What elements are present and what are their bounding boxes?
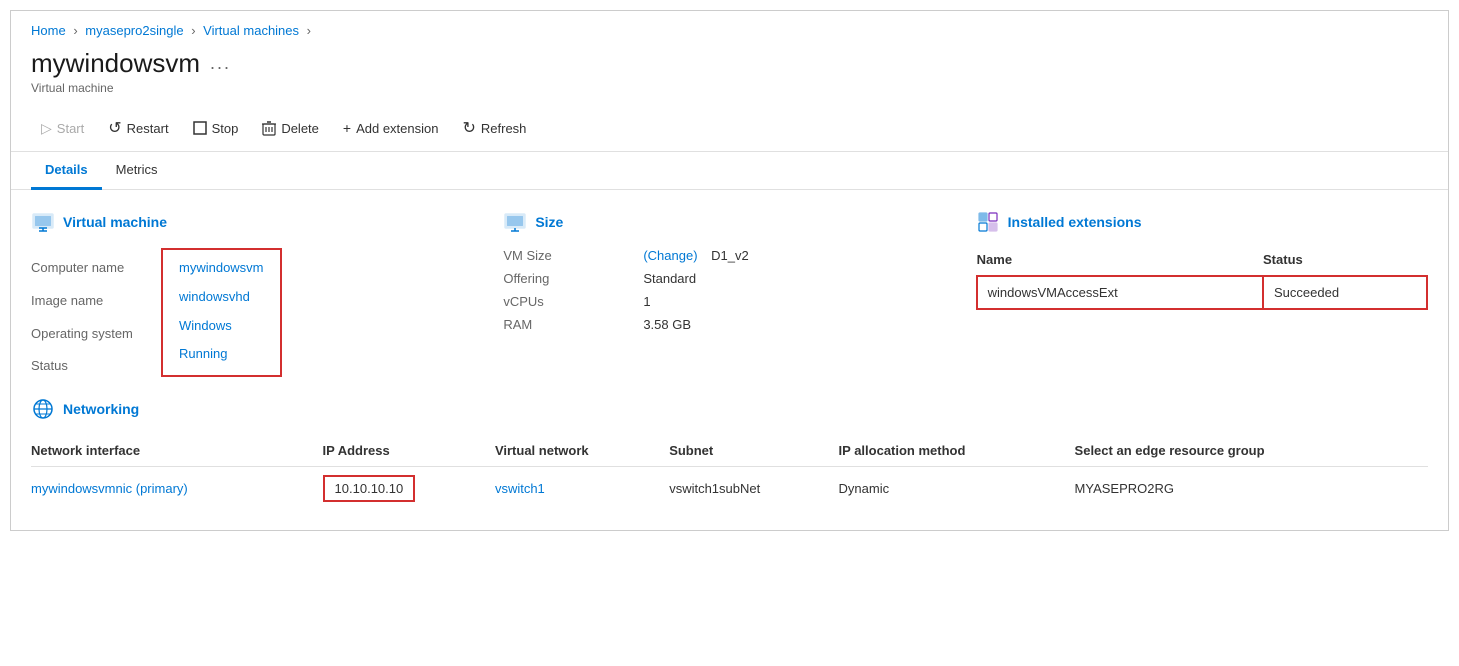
network-header-row: Network interface IP Address Virtual net… xyxy=(31,435,1428,467)
ext-col-status: Status xyxy=(1263,248,1427,276)
breadcrumb-sep-1: › xyxy=(73,23,77,38)
networking-header: Networking xyxy=(31,397,1428,421)
main-container: Home › myasepro2single › Virtual machine… xyxy=(10,10,1449,531)
refresh-button[interactable]: ↻ Refresh xyxy=(452,113,536,143)
network-row-0: mywindowsvmnic (primary) 10.10.10.10 vsw… xyxy=(31,467,1428,511)
tabs: Details Metrics xyxy=(11,152,1448,190)
start-button[interactable]: ▷ Start xyxy=(31,115,94,142)
net-vnet-0[interactable]: vswitch1 xyxy=(495,467,669,511)
restart-icon: ↺ xyxy=(108,118,121,138)
net-interface-0[interactable]: mywindowsvmnic (primary) xyxy=(31,467,323,511)
size-details: VM Size (Change) D1_v2 Offering Standard… xyxy=(503,248,955,332)
start-icon: ▷ xyxy=(41,120,52,137)
net-col-subnet: Subnet xyxy=(669,435,838,467)
vcpus-label: vCPUs xyxy=(503,294,633,309)
vm-field-label: Image name xyxy=(31,291,161,312)
stop-icon xyxy=(193,121,207,135)
vm-size-row: VM Size (Change) D1_v2 xyxy=(503,248,955,263)
vm-size-link[interactable]: (Change) xyxy=(643,248,701,263)
vm-section-title: Virtual machine xyxy=(63,214,167,230)
toolbar: ▷ Start ↺ Restart Stop xyxy=(11,105,1448,152)
more-options-button[interactable]: ... xyxy=(210,53,231,74)
size-section-icon xyxy=(503,210,527,234)
offering-row: Offering Standard xyxy=(503,271,955,286)
size-section-header: Size xyxy=(503,210,955,234)
vm-field-value: Windows xyxy=(179,316,264,337)
ext-section-title: Installed extensions xyxy=(1008,214,1142,230)
vm-size-label: VM Size xyxy=(503,248,633,263)
breadcrumb-sep-2: › xyxy=(191,23,195,38)
delete-button[interactable]: Delete xyxy=(252,115,329,141)
vm-field-label: Operating system xyxy=(31,324,161,345)
offering-value: Standard xyxy=(643,271,696,286)
restart-label: Restart xyxy=(127,121,169,136)
start-label: Start xyxy=(57,121,84,136)
networking-title: Networking xyxy=(63,401,139,417)
size-section-title: Size xyxy=(535,214,563,230)
add-extension-button[interactable]: + Add extension xyxy=(333,115,449,141)
restart-button[interactable]: ↺ Restart xyxy=(98,113,178,143)
page-subtitle: Virtual machine xyxy=(31,81,1428,95)
networking-section: Networking Network interface IP Address … xyxy=(31,397,1428,510)
net-col-interface: Network interface xyxy=(31,435,323,467)
networking-icon xyxy=(31,397,55,421)
size-section: Size VM Size (Change) D1_v2 Offering Sta… xyxy=(503,210,955,377)
vm-section-icon xyxy=(31,210,55,234)
net-allocation-0: Dynamic xyxy=(839,467,1075,511)
breadcrumb-virtual-machines[interactable]: Virtual machines xyxy=(203,23,299,38)
net-edge-0: MYASEPRO2RG xyxy=(1075,467,1428,511)
extensions-section: Installed extensions Name Status windows… xyxy=(976,210,1428,377)
delete-icon xyxy=(262,120,276,136)
breadcrumb-myasepro2single[interactable]: myasepro2single xyxy=(85,23,183,38)
offering-label: Offering xyxy=(503,271,633,286)
add-extension-label: Add extension xyxy=(356,121,438,136)
vm-field-label: Computer name xyxy=(31,258,161,279)
vm-field-value: mywindowsvm xyxy=(179,258,264,279)
net-col-ip: IP Address xyxy=(323,435,495,467)
ip-address-box: 10.10.10.10 xyxy=(323,475,416,502)
vm-layout: Computer name Image name Operating system S… xyxy=(31,248,483,377)
vm-field-value: windowsvhd xyxy=(179,287,264,308)
vm-values-box: mywindowsvm windowsvhd Windows Running xyxy=(161,248,282,377)
add-extension-icon: + xyxy=(343,120,351,136)
net-col-vnet: Virtual network xyxy=(495,435,669,467)
net-subnet-0: vswitch1subNet xyxy=(669,467,838,511)
vm-section-header: Virtual machine xyxy=(31,210,483,234)
extensions-table: Name Status windowsVMAccessExt Succeeded xyxy=(976,248,1428,310)
stop-button[interactable]: Stop xyxy=(183,116,249,141)
vcpus-row: vCPUs 1 xyxy=(503,294,955,309)
sections-grid: Virtual machine Computer name Image name O… xyxy=(31,210,1428,377)
net-ip-0: 10.10.10.10 xyxy=(323,467,495,511)
ram-row: RAM 3.58 GB xyxy=(503,317,955,332)
ext-section-header: Installed extensions xyxy=(976,210,1428,234)
network-table: Network interface IP Address Virtual net… xyxy=(31,435,1428,510)
ext-col-name: Name xyxy=(977,248,1263,276)
refresh-icon: ↻ xyxy=(462,118,475,138)
breadcrumb-home[interactable]: Home xyxy=(31,23,66,38)
delete-label: Delete xyxy=(281,121,319,136)
vcpus-value: 1 xyxy=(643,294,650,309)
ext-status-0: Succeeded xyxy=(1263,276,1427,309)
ext-row-0: windowsVMAccessExt Succeeded xyxy=(977,276,1427,309)
vm-field-label: Status xyxy=(31,356,161,377)
ram-label: RAM xyxy=(503,317,633,332)
title-section: mywindowsvm ... Virtual machine xyxy=(11,44,1448,105)
page-title-row: mywindowsvm ... xyxy=(31,48,1428,79)
vm-section: Virtual machine Computer name Image name O… xyxy=(31,210,483,377)
refresh-label: Refresh xyxy=(481,121,527,136)
vm-size-value: D1_v2 xyxy=(711,248,749,263)
ram-value: 3.58 GB xyxy=(643,317,691,332)
ext-section-icon xyxy=(976,210,1000,234)
breadcrumb-sep-3: › xyxy=(307,23,311,38)
page-title-text: mywindowsvm xyxy=(31,48,200,79)
net-col-edge: Select an edge resource group xyxy=(1075,435,1428,467)
ext-name-0: windowsVMAccessExt xyxy=(977,276,1263,309)
net-col-allocation: IP allocation method xyxy=(839,435,1075,467)
content: Virtual machine Computer name Image name O… xyxy=(11,190,1448,530)
tab-metrics[interactable]: Metrics xyxy=(102,152,172,190)
tab-details[interactable]: Details xyxy=(31,152,102,190)
breadcrumb: Home › myasepro2single › Virtual machine… xyxy=(11,11,1448,44)
stop-label: Stop xyxy=(212,121,239,136)
vm-field-value: Running xyxy=(179,344,264,365)
